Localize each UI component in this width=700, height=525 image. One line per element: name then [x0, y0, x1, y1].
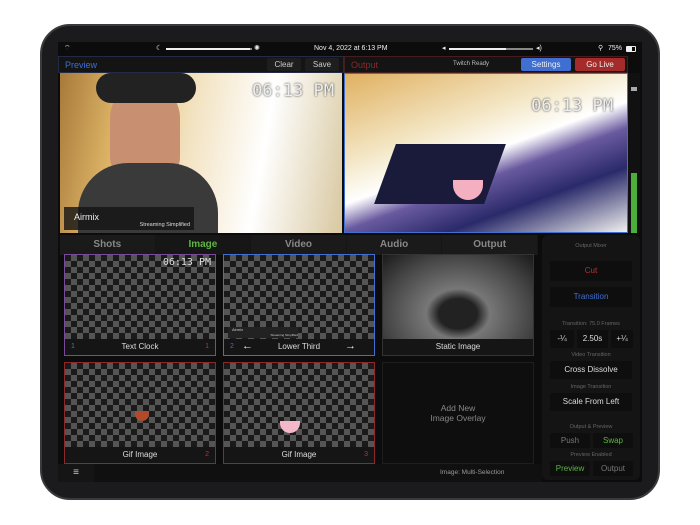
arrow-right-icon[interactable]: → — [345, 338, 356, 355]
video-transition-select[interactable]: Cross Dissolve — [550, 361, 632, 379]
moon-icon: ☾ — [156, 45, 163, 52]
lower-third-subtitle: Streaming Simplified — [64, 221, 194, 230]
push-button[interactable]: Push — [550, 433, 590, 448]
tab-output[interactable]: Output — [442, 235, 537, 255]
volume-high-icon: ◂) — [536, 45, 542, 52]
status-bar: ⌔ ☾ ✺ Nov 4, 2022 at 6:13 PM ◂ ◂) ⚲ 75% — [58, 42, 642, 56]
output-toggle[interactable]: Output — [593, 461, 633, 476]
preview-title: Preview — [65, 60, 98, 70]
output-preview-label: Output & Preview — [569, 424, 613, 430]
tab-video[interactable]: Video — [251, 235, 346, 255]
video-transition-label: Video Transition — [571, 352, 611, 358]
output-layer-number: 2 — [205, 451, 209, 458]
settings-button[interactable]: Settings — [521, 58, 571, 71]
overlay-text-clock[interactable]: 06:13 PM 1 Text Clock 1 — [64, 254, 216, 356]
decrease-duration-button[interactable]: -¼ — [550, 330, 574, 348]
transition-button[interactable]: Transition — [550, 287, 632, 307]
clear-button[interactable]: Clear — [267, 58, 301, 71]
save-button[interactable]: Save — [305, 58, 339, 71]
swap-button[interactable]: Swap — [593, 433, 633, 448]
brightness-icon: ✺ — [254, 45, 260, 52]
output-layer-number: 3 — [364, 451, 368, 458]
volume-low-icon: ◂ — [442, 45, 446, 52]
selection-status: Image: Multi-Selection — [440, 469, 505, 476]
tab-audio[interactable]: Audio — [346, 235, 442, 255]
cell-label: Gif Image — [281, 450, 317, 459]
output-mixer-panel: Output Mixer Cut Transition Transition: … — [542, 235, 640, 480]
image-transition-label: Image Transition — [570, 384, 612, 390]
cell-label: Static Image — [435, 342, 481, 351]
overlay-gif-image-3[interactable]: Gif Image 3 — [223, 362, 375, 464]
preview-enabled-label: Preview Enabled — [570, 452, 612, 458]
audio-meter — [628, 73, 640, 233]
lower-third: Airmix — [64, 207, 194, 222]
go-live-button[interactable]: Go Live — [575, 58, 625, 71]
increase-duration-button[interactable]: +¼ — [611, 330, 633, 348]
menu-icon[interactable]: ≡ — [58, 464, 94, 482]
clock-thumbnail: 06:13 PM — [162, 257, 211, 268]
overlay-static-image[interactable]: Static Image — [382, 254, 534, 356]
output-title: Output — [351, 60, 379, 70]
cap — [96, 73, 196, 103]
output-header: Output Twitch Ready Settings Go Live — [344, 56, 628, 73]
location-icon: ⚲ — [598, 45, 604, 52]
battery-percent: 75% — [608, 45, 623, 52]
cut-button[interactable]: Cut — [550, 261, 632, 281]
preview-header: Preview Clear Save — [58, 56, 344, 73]
brightness-slider[interactable] — [166, 48, 252, 50]
mixer-title: Output Mixer — [575, 243, 607, 249]
tab-shots[interactable]: Shots — [60, 235, 155, 255]
overlay-gif-image-2[interactable]: Gif Image 2 — [64, 362, 216, 464]
overlay-lower-third[interactable]: Airmix Streaming Simplified 2 ← Lower Th… — [223, 254, 375, 356]
tab-image[interactable]: Image — [155, 235, 251, 255]
transition-frames-label: Transition: 75.0 Frames — [562, 321, 620, 327]
tab-bar: Shots Image Video Audio Output — [60, 235, 538, 255]
stream-status: Twitch Ready — [453, 61, 490, 67]
bottom-bar: ≡ Image: Multi-Selection — [58, 464, 542, 482]
preview-toggle[interactable]: Preview — [550, 461, 590, 476]
stove — [374, 144, 506, 204]
add-new-overlay-button[interactable]: Add New Image Overlay — [382, 362, 534, 464]
wifi-icon: ⌔ — [64, 45, 71, 52]
battery-icon — [626, 46, 636, 52]
image-transition-select[interactable]: Scale From Left — [550, 393, 632, 411]
datetime: Nov 4, 2022 at 6:13 PM — [314, 45, 388, 52]
add-overlay-label: Add New Image Overlay — [430, 403, 486, 423]
duration-value[interactable]: 2.50s — [577, 330, 608, 348]
cell-label: Gif Image — [122, 450, 158, 459]
airmix-app: ⌔ ☾ ✺ Nov 4, 2022 at 6:13 PM ◂ ◂) ⚲ 75% … — [58, 42, 642, 482]
output-video[interactable]: 06:13 PM — [344, 73, 628, 233]
output-layer-number: 1 — [205, 343, 209, 350]
clock-overlay: 06:13 PM — [531, 96, 613, 116]
cell-label: Text Clock — [121, 342, 159, 351]
clock-overlay: 06:13 PM — [252, 81, 334, 101]
volume-slider[interactable] — [449, 48, 533, 50]
preview-video[interactable]: 06:13 PM Airmix Streaming Simplified — [60, 73, 342, 233]
